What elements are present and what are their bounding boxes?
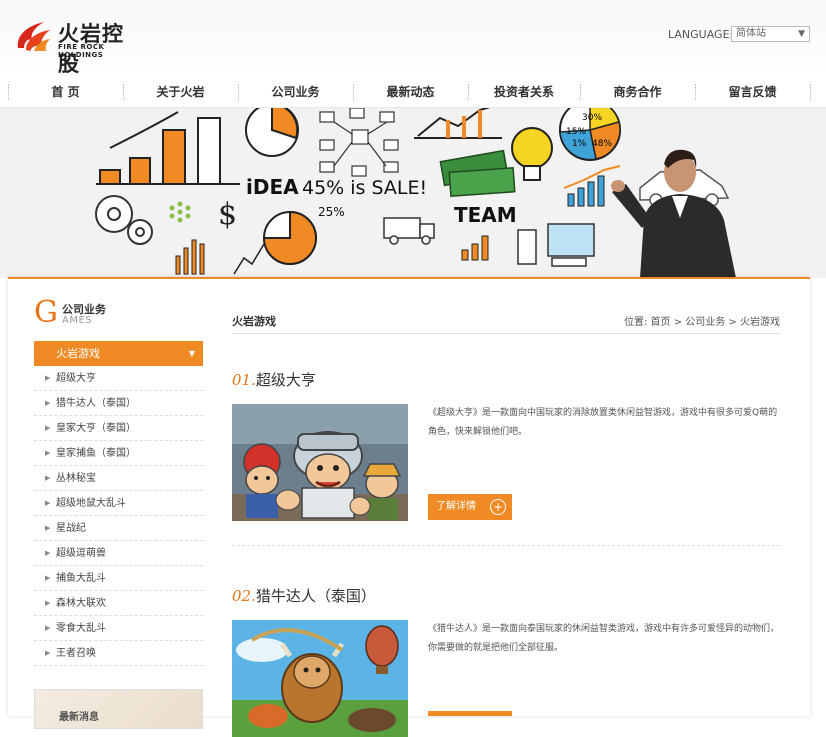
sidebar-item-9[interactable]: ▶ 捕鱼大乱斗 xyxy=(34,566,203,591)
logo-text-en: FIRE ROCK HOLDINGS xyxy=(58,43,105,59)
sidebar-letter: G xyxy=(34,295,58,330)
bullet-icon: ▶ xyxy=(45,524,51,532)
logo[interactable]: 火岩控股 FIRE ROCK HOLDINGS xyxy=(14,18,144,76)
network-sketch xyxy=(319,108,399,177)
bullet-icon: ▶ xyxy=(45,499,51,507)
nav-item-business[interactable]: 公司业务 xyxy=(238,76,353,108)
details-button-label: 了解详情 xyxy=(436,501,476,512)
nav-separator xyxy=(810,84,811,100)
sidebar-item-6[interactable]: ▶ 超级地鼠大乱斗 xyxy=(34,491,203,516)
language-select[interactable]: 简体站 ▼ xyxy=(731,26,810,42)
computer-sketch xyxy=(517,223,595,267)
language-select-value: 简体站 xyxy=(736,28,766,39)
game-item-name: 猎牛达人（泰国） xyxy=(255,587,376,605)
sidebar-list: ▶ 超级大亨 ▶ 猎牛达人（泰国） ▶ 皇家大亨（泰国） ▶ 皇家捕鱼（泰国） ▶ 丛林秘… xyxy=(34,366,203,666)
bullet-icon: ▶ xyxy=(45,374,51,382)
sidebar-item-2[interactable]: ▶ 猎牛达人（泰国） xyxy=(34,391,203,416)
pie-chart-sketch xyxy=(245,108,299,157)
sidebar-item-1[interactable]: ▶ 超级大亨 xyxy=(34,366,203,391)
sidebar-item-label: 皇家捕鱼（泰国） xyxy=(56,448,136,459)
sidebar-item-label: 火岩游戏 xyxy=(56,347,100,360)
sidebar-item-12[interactable]: ▶ 王者召唤 xyxy=(34,641,203,666)
sidebar-item-11[interactable]: ▶ 零食大乱斗 xyxy=(34,616,203,641)
bullet-icon: ▶ xyxy=(45,649,51,657)
game-art-super-tycoon xyxy=(232,404,408,521)
nav-item-home[interactable]: 首 页 xyxy=(8,76,123,108)
bullet-icon: ▶ xyxy=(45,624,51,632)
plus-circle-icon: + xyxy=(490,499,506,515)
game-thumbnail[interactable] xyxy=(232,620,408,737)
banner-text-team: TEAM xyxy=(454,203,517,227)
sidebar-item-label: 王者召唤 xyxy=(56,648,96,659)
banner-text-sale: 45% is SALE! xyxy=(302,177,427,199)
sidebar-item-label: 零食大乱斗 xyxy=(56,623,106,634)
bullet-icon: ▶ xyxy=(45,449,51,457)
details-button[interactable]: 了解详情 + xyxy=(428,494,512,520)
banner-text-idea: iDEA xyxy=(246,175,299,199)
language-label: LANGUAGE: xyxy=(668,28,734,41)
page-title: 火岩游戏 xyxy=(232,315,276,328)
banner-illustration: 30% 15% 48% 1% $ iDEA 45% is SALE! TEAM … xyxy=(0,108,826,278)
sidebar-item-label: 森林大联欢 xyxy=(56,598,106,609)
game-item-number: 01. xyxy=(232,371,256,389)
game-item-title[interactable]: 02.猎牛达人（泰国） xyxy=(232,585,376,606)
orange-pie-sketch xyxy=(262,210,317,265)
bullet-icon: ▶ xyxy=(45,474,51,482)
caret-down-icon: ▼ xyxy=(188,349,195,358)
sidebar-item-5[interactable]: ▶ 丛林秘宝 xyxy=(34,466,203,491)
sidebar-item-8[interactable]: ▶ 超级逗萌兽 xyxy=(34,541,203,566)
sidebar-item-label: 超级逗萌兽 xyxy=(56,548,106,559)
nav-item-cooperation[interactable]: 商务合作 xyxy=(580,76,695,108)
details-button-partial[interactable] xyxy=(428,711,512,716)
item-divider xyxy=(232,545,780,546)
sidebar-item-label: 丛林秘宝 xyxy=(56,473,96,484)
nav-item-news[interactable]: 最新动态 xyxy=(353,76,468,108)
banner-text-15: 15% xyxy=(566,127,586,137)
title-divider xyxy=(232,333,780,334)
bullet-icon: ▶ xyxy=(45,549,51,557)
game-item-description: 《猎牛达人》是一款面向泰国玩家的休闲益智类游戏，游戏中有许多可爱怪异的动物们，你… xyxy=(428,624,780,653)
sidebar-item-label: 猎牛达人（泰国） xyxy=(56,398,136,409)
bullet-icon: ▶ xyxy=(45,399,51,407)
sidebar-item-label: 捕鱼大乱斗 xyxy=(56,573,106,584)
game-thumbnail[interactable] xyxy=(232,404,408,521)
nav-item-about[interactable]: 关于火岩 xyxy=(123,76,238,108)
game-item-name: 超级大亨 xyxy=(255,371,316,389)
sidebar-item-label: 星战纪 xyxy=(56,523,86,534)
bullet-icon: ▶ xyxy=(45,599,51,607)
sidebar-item-3[interactable]: ▶ 皇家大亨（泰国） xyxy=(34,416,203,441)
game-item-description: 《超级大亨》是一款面向中国玩家的消除放置类休闲益智游戏，游戏中有很多可爱Q萌的角… xyxy=(428,408,778,437)
game-item-number: 02. xyxy=(232,587,256,605)
sidebar-subtitle: AMES xyxy=(62,315,93,326)
banner-text-25: 25% xyxy=(318,205,345,219)
bullet-icon: ▶ xyxy=(45,574,51,582)
nav-item-feedback[interactable]: 留言反馈 xyxy=(695,76,810,108)
sidebar-item-4[interactable]: ▶ 皇家捕鱼（泰国） xyxy=(34,441,203,466)
nav-item-investors[interactable]: 投资者关系 xyxy=(468,76,580,108)
bullet-icon: ▶ xyxy=(45,424,51,432)
hero-banner: 30% 15% 48% 1% $ iDEA 45% is SALE! TEAM … xyxy=(0,108,826,278)
content-panel: G 公司业务 AMES 火岩游戏 ▼ ▶ 超级大亨 ▶ 猎牛达人（泰国） ▶ 皇家大亨… xyxy=(8,277,810,737)
sidebar-item-label: 超级地鼠大乱斗 xyxy=(56,498,126,509)
game-item-title[interactable]: 01.超级大亨 xyxy=(232,369,316,390)
banner-text-48: 48% xyxy=(592,139,612,149)
fire-logo-icon xyxy=(17,22,50,51)
svg-text:$: $ xyxy=(218,197,237,232)
sidebar-item-label: 皇家大亨（泰国） xyxy=(56,423,136,434)
sidebar-item-active[interactable]: 火岩游戏 ▼ xyxy=(34,341,203,366)
sidebar-item-7[interactable]: ▶ 星战纪 xyxy=(34,516,203,541)
sidebar-item-label: 超级大亨 xyxy=(56,373,96,384)
main-nav: 首 页 关于火岩 公司业务 最新动态 投资者关系 商务合作 留言反馈 xyxy=(0,76,826,108)
banner-text-1: 1% xyxy=(572,139,587,149)
site-header: 火岩控股 FIRE ROCK HOLDINGS LANGUAGE: 简体站 ▼ xyxy=(0,0,826,76)
banner-text-30: 30% xyxy=(582,113,602,123)
sidebar-item-10[interactable]: ▶ 森林大联欢 xyxy=(34,591,203,616)
game-art-bull-hunter xyxy=(232,620,408,737)
breadcrumb[interactable]: 位置: 首页 > 公司业务 > 火岩游戏 xyxy=(624,313,780,328)
chevron-down-icon: ▼ xyxy=(798,29,805,39)
sidebar-news-box[interactable]: 最新消息 xyxy=(34,689,203,729)
